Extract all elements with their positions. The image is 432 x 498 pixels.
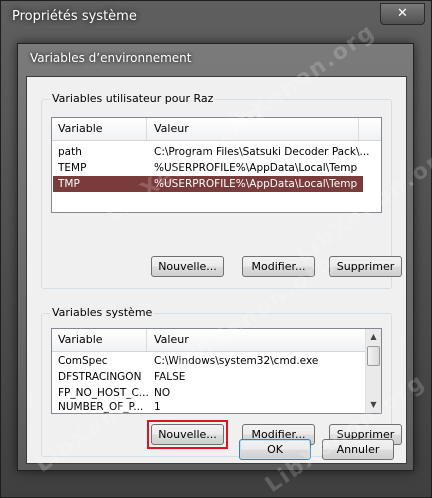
scroll-up-icon[interactable]: ▲ [366, 329, 381, 345]
ok-button[interactable]: OK [239, 439, 311, 460]
outer-window-title: Propriétés système [12, 9, 137, 24]
user-variables-label: Variables utilisateur pour Raz [50, 92, 216, 105]
variable-value: C:\Program Files\Satsuki Decoder Pack\..… [154, 146, 370, 158]
table-row[interactable]: DFSTRACINGON FALSE [53, 369, 363, 385]
system-list-scrollbar[interactable]: ▲ ▼ [365, 329, 381, 413]
close-icon: ✕ [397, 6, 408, 21]
variable-name: TMP [58, 178, 80, 190]
user-delete-button[interactable]: Supprimer [329, 256, 402, 277]
variable-value: C:\Windows\system32\cmd.exe [154, 355, 319, 367]
user-list-header: Variable Valeur [52, 118, 381, 141]
user-new-button[interactable]: Nouvelle... [151, 256, 224, 277]
system-variables-list[interactable]: Variable Valeur ComSpec C:\Windows\syste… [51, 328, 382, 414]
dialog-client-area: Variables utilisateur pour Raz Variable … [26, 76, 407, 464]
user-variables-group: Variables utilisateur pour Raz Variable … [41, 92, 402, 289]
system-variables-label: Variables système [50, 306, 155, 319]
table-row-selected[interactable]: TMP %USERPROFILE%\AppData\Local\Temp [53, 176, 363, 192]
cancel-button[interactable]: Annuler [322, 439, 394, 460]
table-row[interactable]: ComSpec C:\Windows\system32\cmd.exe [53, 353, 363, 369]
variable-name: path [58, 146, 82, 158]
system-properties-window: Propriétés système ✕ Variables d’environ… [0, 0, 432, 498]
outer-close-button[interactable]: ✕ [380, 3, 425, 25]
column-header-variable[interactable]: Variable [58, 333, 103, 346]
user-variables-list[interactable]: Variable Valeur path C:\Program Files\Sa… [51, 117, 382, 213]
variable-value: %USERPROFILE%\AppData\Local\Temp [154, 178, 358, 190]
dialog-title: Variables d’environnement [30, 51, 192, 65]
system-variables-group: Variables système Variable Valeur ComSpe… [41, 306, 402, 457]
variable-value: %USERPROFILE%\AppData\Local\Temp [154, 162, 358, 174]
column-header-value[interactable]: Valeur [154, 122, 189, 135]
variable-name: NUMBER_OF_P... [58, 401, 144, 413]
column-header-variable[interactable]: Variable [58, 122, 103, 135]
system-list-header: Variable Valeur [52, 329, 365, 352]
system-new-button[interactable]: Nouvelle... [151, 424, 224, 445]
user-edit-button[interactable]: Modifier... [242, 256, 315, 277]
table-row[interactable]: TEMP %USERPROFILE%\AppData\Local\Temp [53, 160, 380, 176]
variable-name: DFSTRACINGON [58, 371, 142, 383]
scroll-thumb[interactable] [367, 346, 380, 366]
variable-value: 1 [154, 401, 161, 413]
table-row[interactable]: path C:\Program Files\Satsuki Decoder Pa… [53, 144, 380, 160]
table-row[interactable]: NUMBER_OF_P... 1 [53, 399, 363, 413]
environment-variables-dialog: Variables d’environnement Variables util… [17, 43, 414, 471]
variable-name: TEMP [58, 162, 87, 174]
variable-name: ComSpec [58, 355, 108, 367]
scroll-down-icon[interactable]: ▼ [366, 397, 381, 413]
variable-value: FALSE [154, 371, 186, 383]
column-header-value[interactable]: Valeur [154, 333, 189, 346]
